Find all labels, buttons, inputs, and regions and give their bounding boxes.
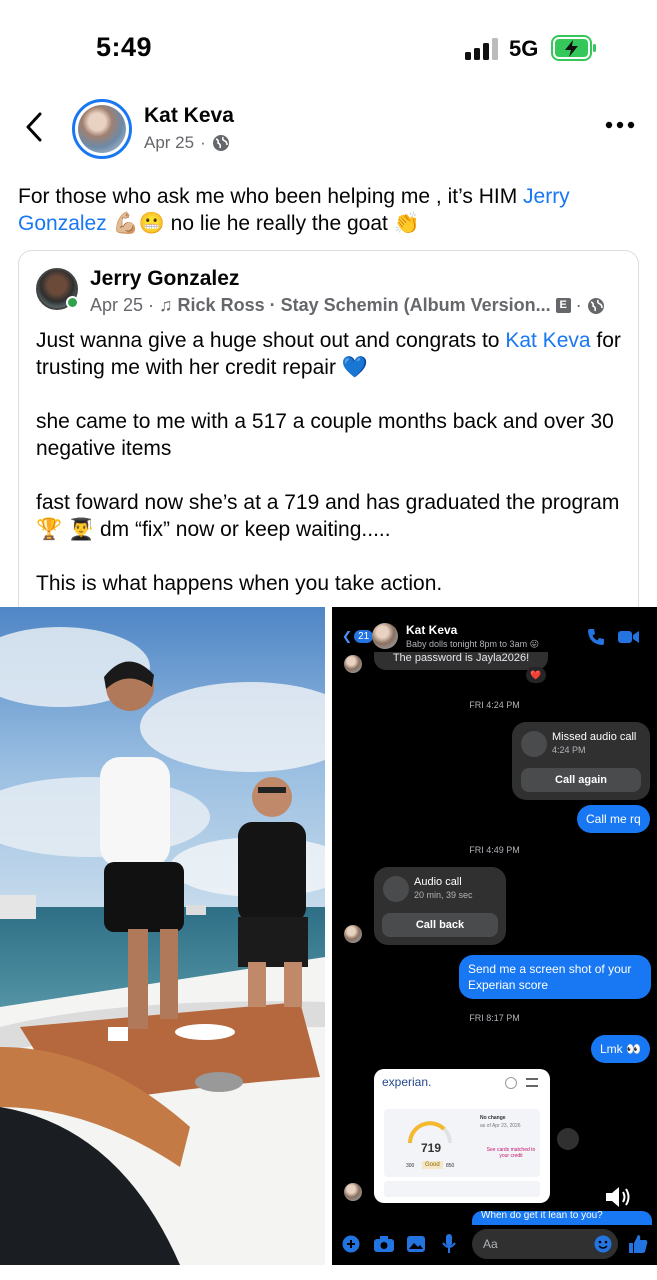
back-icon[interactable] [18,110,52,144]
video-camera-icon [618,631,639,643]
post-header: Kat Keva Apr 25 · [0,96,657,160]
experian-logo: experian. [382,1075,432,1089]
shared-author-name[interactable]: Jerry Gonzalez [90,267,239,291]
network-label: 5G [509,36,539,61]
post-text: For those who ask me who been helping me… [18,183,638,237]
sender-avatar [344,925,362,943]
missed-call-title: Missed audio call [552,731,637,743]
online-indicator [66,296,79,309]
timestamp: FRI 4:49 PM [469,845,520,855]
call-back-button: Call back [382,913,498,937]
post-text-before: For those who ask me who been helping me… [18,185,524,208]
phone-icon [588,629,604,645]
messenger-contact-name: Kat Keva [406,623,458,637]
messenger-composer: Aa [332,1225,657,1265]
shared-paragraph-1: Just wanna give a huge shout out and con… [36,327,626,381]
post-text-after: 💪🏼😬 no lie he really the goat 👏 [106,212,420,235]
author-avatar[interactable] [72,99,132,159]
bell-icon [505,1077,517,1089]
shared-paragraph-4: This is what happens when you take actio… [36,572,443,595]
sender-avatar [344,655,362,673]
experian-screenshot: experian. 719 300 Good 850 No change as … [374,1069,550,1203]
audio-call-card: Audio call 20 min, 39 sec Call back [374,867,506,945]
see-cards-link: See cards matched to your credit [486,1147,536,1159]
boat-photo[interactable] [0,607,325,1265]
post-date[interactable]: Apr 25 [144,133,194,153]
signal-icon [465,38,498,60]
partial-outgoing-message: When do get it lean to you? [472,1211,652,1225]
shared-post-card[interactable]: Jerry Gonzalez Apr 25 · ♫ Rick Ross · St… [18,250,639,620]
audio-call-duration: 20 min, 39 sec [414,890,473,900]
sender-avatar [344,1183,362,1201]
globe-icon [587,297,604,314]
menu-icon [526,1078,538,1087]
audio-call-title: Audio call [414,876,462,888]
score-rating: Good [422,1161,443,1169]
tagged-user-link[interactable]: Kat Keva [505,329,590,352]
timestamp: FRI 8:17 PM [469,1013,520,1023]
song-title[interactable]: Rick Ross · Stay Schemin (Album Version.… [178,295,551,316]
timestamp: FRI 4:24 PM [469,700,520,710]
microphone-icon [442,1234,456,1253]
author-name[interactable]: Kat Keva [144,104,234,128]
missed-call-icon [521,731,547,757]
music-note-icon: · ♫ [148,295,173,315]
more-options-icon[interactable] [604,118,636,132]
messenger-back-button: ❮ 21 [342,629,374,643]
gallery-icon [407,1236,425,1252]
plus-icon [342,1235,360,1253]
messenger-screenshot[interactable]: ❮ 21 Kat Keva Baby dolls tonight 8pm to … [332,607,657,1265]
meta-separator: · [200,133,206,152]
status-bar: 5:49 5G [0,0,657,100]
meta-separator: · [575,295,582,315]
missed-call-card: Missed audio call 4:24 PM Call again [512,722,650,800]
credit-score: 719 [421,1141,442,1155]
score-change: No change [480,1115,506,1121]
outgoing-message: Send me a screen shot of your Experian s… [459,955,651,999]
outgoing-message: Lmk 👀 [591,1035,650,1063]
boat-photo-image [0,607,325,1265]
share-icon [557,1128,579,1150]
phone-call-icon [383,876,409,902]
shared-paragraph-2: she came to me with a 517 a couple month… [36,410,614,460]
emoji-icon [594,1235,612,1253]
score-max: 850 [446,1163,455,1169]
score-panel: 719 300 Good 850 No change as of Apr 23,… [384,1109,540,1177]
messenger-contact-status: Baby dolls tonight 8pm to 3am 😛 [406,639,539,649]
globe-icon [212,135,229,151]
heart-reaction: ❤️ [526,667,546,683]
chevron-left-icon: ❮ [342,629,353,643]
missed-call-time: 4:24 PM [552,745,586,755]
score-min: 300 [406,1163,415,1169]
score-as-of: as of Apr 23, 2026 [480,1123,521,1129]
status-time: 5:49 [96,32,153,62]
speaker-icon [606,1187,630,1207]
call-again-button: Call again [521,768,641,792]
shared-post-meta: Apr 25 · ♫ Rick Ross · Stay Schemin (Alb… [90,295,625,316]
shared-paragraph-3: fast foward now she’s at a 719 and has g… [36,491,620,541]
experian-footer [384,1181,540,1197]
unread-badge: 21 [354,629,374,643]
previous-message: The password is Jayla2026! [374,652,548,670]
messenger-avatar [372,623,398,649]
camera-icon [374,1236,394,1252]
post-meta: Apr 25 · [144,133,230,153]
shared-post-date[interactable]: Apr 25 [90,295,143,316]
shared-post-body: Just wanna give a huge shout out and con… [36,327,626,620]
outgoing-message: Call me rq [577,805,650,833]
battery-icon [551,35,596,61]
shared-text: Just wanna give a huge shout out and con… [36,329,506,352]
explicit-badge: E [555,298,571,313]
thumbs-up-icon [629,1235,648,1253]
